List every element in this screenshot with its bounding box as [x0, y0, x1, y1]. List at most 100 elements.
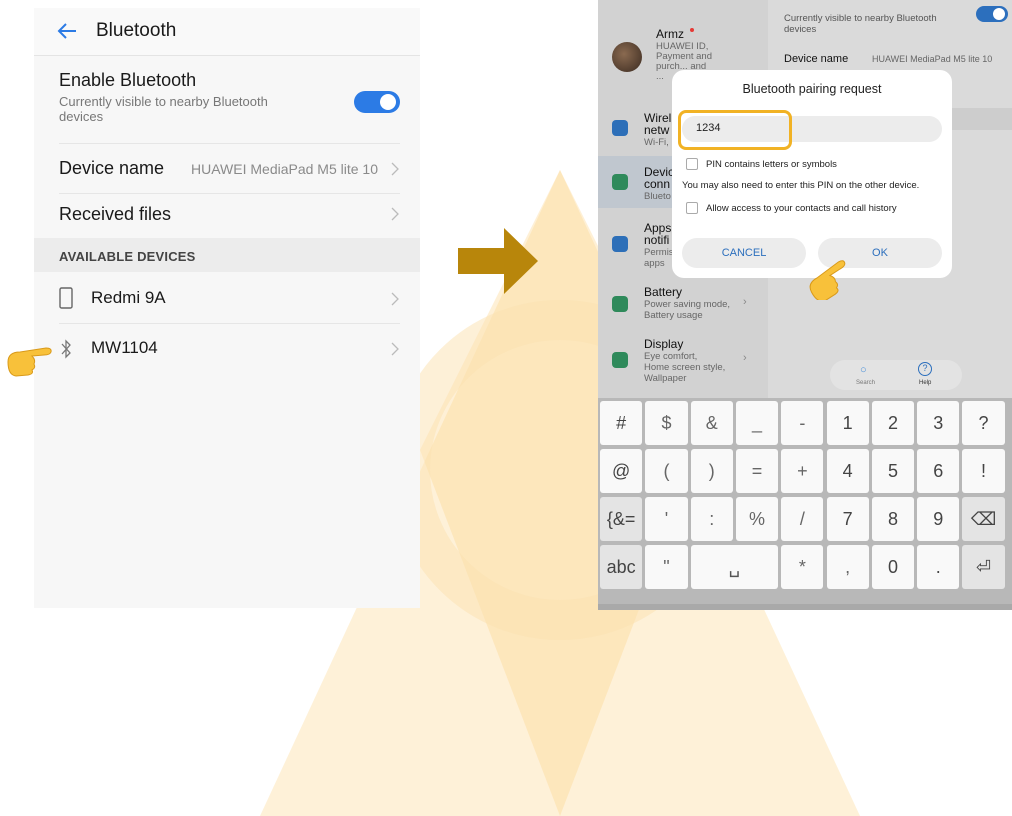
sidebar-item-title: netw [644, 123, 670, 137]
keyboard-key[interactable]: + [781, 449, 824, 493]
keyboard-key[interactable]: 9 [917, 497, 960, 541]
keyboard-key[interactable]: : [690, 497, 733, 541]
back-arrow-icon[interactable] [56, 20, 78, 42]
bluetooth-toggle[interactable] [354, 91, 400, 113]
sidebar-item-sub: Permis [644, 247, 674, 258]
pointing-hand-icon [809, 260, 846, 300]
help-label: Help [919, 380, 932, 386]
visibility-subtitle: Currently visible to nearby Bluetooth de… [59, 94, 268, 124]
keyboard-key[interactable]: ⏎ [962, 545, 1005, 589]
keyboard-key[interactable]: 8 [871, 497, 915, 541]
help-icon[interactable]: ? [918, 362, 932, 376]
sidebar-item-sub: Blueto [644, 191, 671, 202]
enable-bluetooth-row[interactable]: Enable Bluetooth Currently visible to ne… [59, 68, 400, 144]
right-arrow-icon [458, 228, 538, 294]
keyboard-key[interactable]: * [781, 545, 824, 589]
keyboard-key[interactable]: 6 [917, 449, 960, 493]
available-devices-header: AVAILABLE DEVICES [34, 238, 420, 272]
keyboard-key[interactable]: % [735, 497, 779, 541]
device-row-mw1104[interactable]: MW1104 [59, 324, 400, 374]
device-connection-icon [612, 174, 628, 190]
bluetooth-settings-screen: Bluetooth Enable Bluetooth Currently vis… [34, 8, 420, 608]
keyboard-key[interactable]: ⌫ [962, 497, 1005, 541]
pin-note: You may also need to enter this PIN on t… [682, 180, 920, 191]
sidebar-item-sub: Eye comfort, [644, 351, 698, 362]
sidebar-item-sub: Power saving mode, [644, 299, 731, 310]
cancel-button[interactable]: CANCEL [682, 238, 806, 268]
device-name: MW1104 [91, 338, 158, 357]
contacts-checkbox[interactable] [686, 202, 698, 214]
keyboard-key[interactable]: ? [962, 401, 1005, 445]
device-row-redmi[interactable]: Redmi 9A [59, 274, 400, 324]
sidebar-item-title: Battery [644, 285, 683, 299]
keyboard-key[interactable]: , [826, 545, 869, 589]
keyboard-key[interactable]: . [917, 545, 960, 589]
keyboard-key[interactable]: ( [645, 449, 688, 493]
search-icon[interactable]: ○ [860, 364, 867, 376]
battery-icon [612, 296, 628, 312]
tablet-settings-screen: Armz HUAWEI ID, Payment and purch... and… [598, 0, 1012, 610]
visibility-subtitle: Currently visible to nearby Bluetooth [784, 13, 937, 24]
device-name: Redmi 9A [91, 288, 166, 307]
notification-dot [690, 28, 694, 32]
sidebar-item-title: notifi [644, 233, 670, 247]
keyboard-key[interactable]: " [645, 545, 688, 589]
visibility-subtitle: devices [784, 24, 817, 35]
keyboard-key[interactable]: ' [645, 497, 688, 541]
received-files-row[interactable]: Received files [59, 194, 400, 238]
device-name-label: Device name [59, 158, 165, 178]
sidebar-item-sub: Home screen style, [644, 362, 726, 373]
header: Bluetooth [34, 8, 420, 56]
keyboard-key[interactable]: # [600, 401, 643, 445]
pointing-hand-icon [7, 347, 52, 377]
chevron-right-icon: › [743, 352, 747, 364]
letters-checkbox-label: PIN contains letters or symbols [706, 159, 837, 170]
keyboard-key[interactable]: 5 [871, 449, 915, 493]
sidebar-item-sub: Wi-Fi, I [644, 137, 675, 148]
keyboard-key[interactable]: abc [600, 545, 643, 589]
chevron-right-icon [391, 207, 399, 221]
keyboard-key[interactable]: & [690, 401, 733, 445]
chevron-right-icon [391, 342, 399, 356]
keyboard-key[interactable]: 7 [826, 497, 869, 541]
phone-icon [59, 287, 73, 309]
bluetooth-toggle[interactable] [976, 6, 1008, 22]
wifi-icon [612, 120, 628, 136]
pin-highlight-box [678, 110, 792, 150]
chevron-right-icon: › [743, 296, 747, 308]
keyboard-key[interactable]: 3 [917, 401, 960, 445]
avatar[interactable] [612, 42, 642, 72]
keyboard-key[interactable]: - [781, 401, 824, 445]
bluetooth-icon [61, 339, 71, 359]
sidebar-item-sub: Battery usage [644, 310, 703, 321]
keyboard-key[interactable]: = [735, 449, 779, 493]
keyboard-key[interactable]: 2 [871, 401, 915, 445]
chevron-right-icon [391, 162, 399, 176]
account-name: Armz [656, 27, 684, 41]
chevron-right-icon [391, 292, 399, 306]
enable-bluetooth-label: Enable Bluetooth [59, 70, 197, 90]
keyboard-key[interactable]: $ [645, 401, 688, 445]
keyboard-key[interactable]: {&= [600, 497, 643, 541]
sidebar-item-sub: apps [644, 258, 665, 269]
letters-checkbox[interactable] [686, 158, 698, 170]
device-name-label: Device name [784, 53, 849, 65]
navigation-strip [598, 604, 1012, 610]
keyboard-key[interactable]: 0 [871, 545, 915, 589]
keyboard-key[interactable]: @ [600, 449, 643, 493]
search-help-bar: ○ Search ? Help [830, 360, 962, 390]
device-name-row[interactable]: Device name HUAWEI MediaPad M5 lite 10 [59, 144, 400, 194]
pairing-dialog: Bluetooth pairing request 1234 PIN conta… [672, 70, 952, 278]
keyboard-key[interactable]: _ [735, 401, 779, 445]
apps-icon [612, 236, 628, 252]
keyboard-key[interactable]: 1 [826, 401, 869, 445]
device-name-value: HUAWEI MediaPad M5 lite 10 [872, 54, 993, 64]
sidebar-item-title: Display [644, 337, 684, 351]
keyboard-key[interactable]: ␣ [690, 545, 779, 589]
keyboard-key[interactable]: 4 [826, 449, 869, 493]
keyboard-key[interactable]: ) [690, 449, 733, 493]
dialog-title: Bluetooth pairing request [742, 82, 882, 96]
keyboard-key[interactable]: / [781, 497, 824, 541]
keyboard-key[interactable]: ! [962, 449, 1005, 493]
contacts-checkbox-label: Allow access to your contacts and call h… [706, 203, 897, 214]
